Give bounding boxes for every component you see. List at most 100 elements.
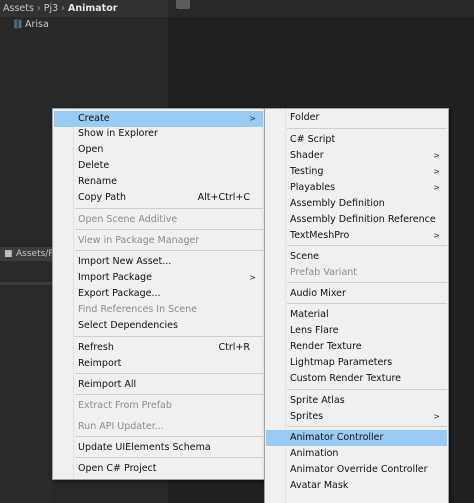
menu-item-label: Reimport All: [78, 379, 137, 390]
scene-toolbar: [168, 0, 474, 17]
menu-item-label: Open Scene Additive: [78, 214, 178, 225]
menu-separator: [287, 245, 447, 246]
menu-separator: [75, 336, 263, 337]
menu-item-label: Animator Controller: [290, 432, 384, 443]
menu-item-label: Assembly Definition Reference: [290, 214, 436, 225]
menu-item-show-in-explorer[interactable]: Show in Explorer: [54, 126, 263, 142]
menu-item-lens-flare[interactable]: Lens Flare: [266, 323, 447, 339]
menu-item-reimport-all[interactable]: Reimport All: [54, 377, 263, 393]
menu-item-open-scene-additive: Open Scene Additive: [54, 212, 263, 228]
menu-item-label: Audio Mixer: [290, 288, 346, 299]
menu-separator: [75, 229, 263, 230]
menu-item-label: Export Package...: [78, 288, 161, 299]
menu-item-material[interactable]: Material: [266, 307, 447, 323]
menu-item-animator-override-controller[interactable]: Animator Override Controller: [266, 462, 447, 478]
menu-item-copy-path[interactable]: Copy Path Alt+Ctrl+C: [54, 190, 263, 206]
tree-item-arisa[interactable]: ⛓ Arisa: [12, 18, 49, 32]
menu-item-testing[interactable]: Testing >: [266, 164, 447, 180]
lower-panel-header[interactable]: ■ Assets/P: [0, 247, 52, 261]
menu-item-audio-mixer[interactable]: Audio Mixer: [266, 286, 447, 302]
menu-item-lightmap-parameters[interactable]: Lightmap Parameters: [266, 355, 447, 371]
menu-item-reimport[interactable]: Reimport: [54, 356, 263, 372]
menu-item-extract-from-prefab: Extract From Prefab: [54, 398, 263, 414]
menu-item-select-dependencies[interactable]: Select Dependencies: [54, 318, 263, 334]
menu-item-label: Animation: [290, 448, 339, 459]
menu-item-delete[interactable]: Delete: [54, 158, 263, 174]
menu-item-create[interactable]: Create >: [54, 111, 263, 127]
menu-item-label: Folder: [290, 112, 320, 123]
lower-panel-label: Assets/P: [16, 249, 52, 259]
breadcrumb: Assets › Pj3 › Animator: [0, 0, 168, 17]
menu-item-refresh[interactable]: Refresh Ctrl+R: [54, 340, 263, 356]
menu-item-label: Render Texture: [290, 341, 362, 352]
menu-separator: [75, 436, 263, 437]
submenu-chevron-right-icon: >: [433, 412, 440, 421]
menu-item-render-texture[interactable]: Render Texture: [266, 339, 447, 355]
menu-separator: [75, 394, 263, 395]
create-submenu: Folder C# Script Shader > Testing > Playables >…: [264, 108, 449, 503]
menu-item-label: Select Dependencies: [78, 320, 178, 331]
submenu-chevron-right-icon: >: [433, 183, 440, 192]
menu-item-animation[interactable]: Animation: [266, 446, 447, 462]
menu-item-prefab-variant: Prefab Variant: [266, 265, 447, 281]
menu-separator: [75, 208, 263, 209]
menu-item-c-script[interactable]: C# Script: [266, 132, 447, 148]
menu-item-label: Material: [290, 309, 329, 320]
menu-item-rename[interactable]: Rename: [54, 174, 263, 190]
menu-item-assembly-definition-reference[interactable]: Assembly Definition Reference: [266, 212, 447, 228]
menu-item-open-c-project[interactable]: Open C# Project: [54, 461, 263, 477]
submenu-chevron-right-icon: >: [433, 167, 440, 176]
menu-item-label: Avatar Mask: [290, 480, 349, 491]
menu-separator: [287, 426, 447, 427]
menu-item-label: Custom Render Texture: [290, 373, 402, 384]
breadcrumb-item-assets[interactable]: Assets: [0, 0, 34, 17]
menu-item-export-package[interactable]: Export Package...: [54, 286, 263, 302]
folder-icon: ■: [4, 249, 13, 259]
menu-item-avatar-mask[interactable]: Avatar Mask: [266, 478, 447, 494]
panel-divider: [0, 282, 52, 285]
menu-item-run-api-updater: Run API Updater...: [54, 419, 263, 435]
menu-item-sprites[interactable]: Sprites >: [266, 409, 447, 425]
breadcrumb-separator-icon: ›: [61, 3, 65, 14]
menu-item-playables[interactable]: Playables >: [266, 180, 447, 196]
menu-item-shader[interactable]: Shader >: [266, 148, 447, 164]
lower-panel: [0, 261, 52, 503]
menu-item-sprite-atlas[interactable]: Sprite Atlas: [266, 393, 447, 409]
menu-item-label: Extract From Prefab: [78, 400, 172, 411]
menu-item-import-package[interactable]: Import Package >: [54, 270, 263, 286]
submenu-chevron-right-icon: >: [433, 151, 440, 160]
menu-item-scene[interactable]: Scene: [266, 249, 447, 265]
menu-item-update-uielements-schema[interactable]: Update UIElements Schema: [54, 440, 263, 456]
menu-item-label: View in Package Manager: [78, 235, 200, 246]
menu-item-assembly-definition[interactable]: Assembly Definition: [266, 196, 447, 212]
menu-item-textmeshpro[interactable]: TextMeshPro >: [266, 228, 447, 244]
menu-item-label: Copy Path: [78, 192, 126, 203]
menu-item-animator-controller[interactable]: Animator Controller: [266, 430, 447, 446]
menu-item-label: Sprites: [290, 411, 324, 422]
menu-separator: [287, 389, 447, 390]
menu-item-label: Open: [78, 144, 104, 155]
menu-item-label: Refresh: [78, 342, 114, 353]
menu-item-view-in-package-manager: View in Package Manager: [54, 233, 263, 249]
menu-separator: [75, 457, 263, 458]
menu-item-label: Lightmap Parameters: [290, 357, 393, 368]
toolbar-tab-handle[interactable]: [176, 0, 190, 9]
menu-item-label: Sprite Atlas: [290, 395, 345, 406]
menu-separator: [287, 128, 447, 129]
menu-item-open[interactable]: Open: [54, 142, 263, 158]
menu-item-custom-render-texture[interactable]: Custom Render Texture: [266, 371, 447, 387]
menu-item-label: Create: [78, 113, 110, 124]
menu-item-label: Import Package: [78, 272, 152, 283]
breadcrumb-item-pj3[interactable]: Pj3: [44, 0, 58, 17]
menu-item-label: Import New Asset...: [78, 256, 172, 267]
menu-item-folder[interactable]: Folder: [266, 110, 447, 126]
tree-item-label: Arisa: [25, 19, 49, 30]
menu-separator: [287, 303, 447, 304]
menu-item-label: C# Script: [290, 134, 336, 145]
menu-separator: [287, 282, 447, 283]
submenu-chevron-right-icon: >: [249, 273, 256, 282]
menu-item-import-new-asset[interactable]: Import New Asset...: [54, 254, 263, 270]
menu-item-label: Update UIElements Schema: [78, 442, 211, 453]
menu-item-label: Assembly Definition: [290, 198, 385, 209]
breadcrumb-item-animator[interactable]: Animator: [68, 0, 117, 17]
